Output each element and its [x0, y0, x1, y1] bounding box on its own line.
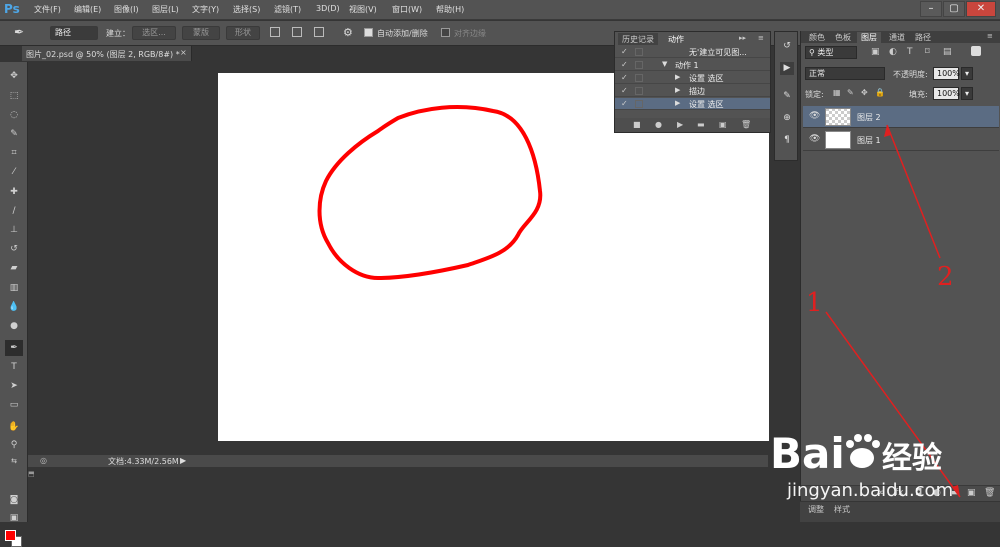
watermark-url: jingyan.baidu.com	[787, 480, 954, 501]
foreground-color-swatch[interactable]	[5, 530, 16, 541]
svg-text:经验: 经验	[882, 441, 942, 476]
svg-text:Bai: Bai	[770, 429, 845, 478]
annotation-number-1: 1	[806, 288, 823, 318]
baidu-watermark-logo: Bai 经验	[770, 429, 942, 478]
annotation-number-2: 2	[937, 262, 954, 292]
